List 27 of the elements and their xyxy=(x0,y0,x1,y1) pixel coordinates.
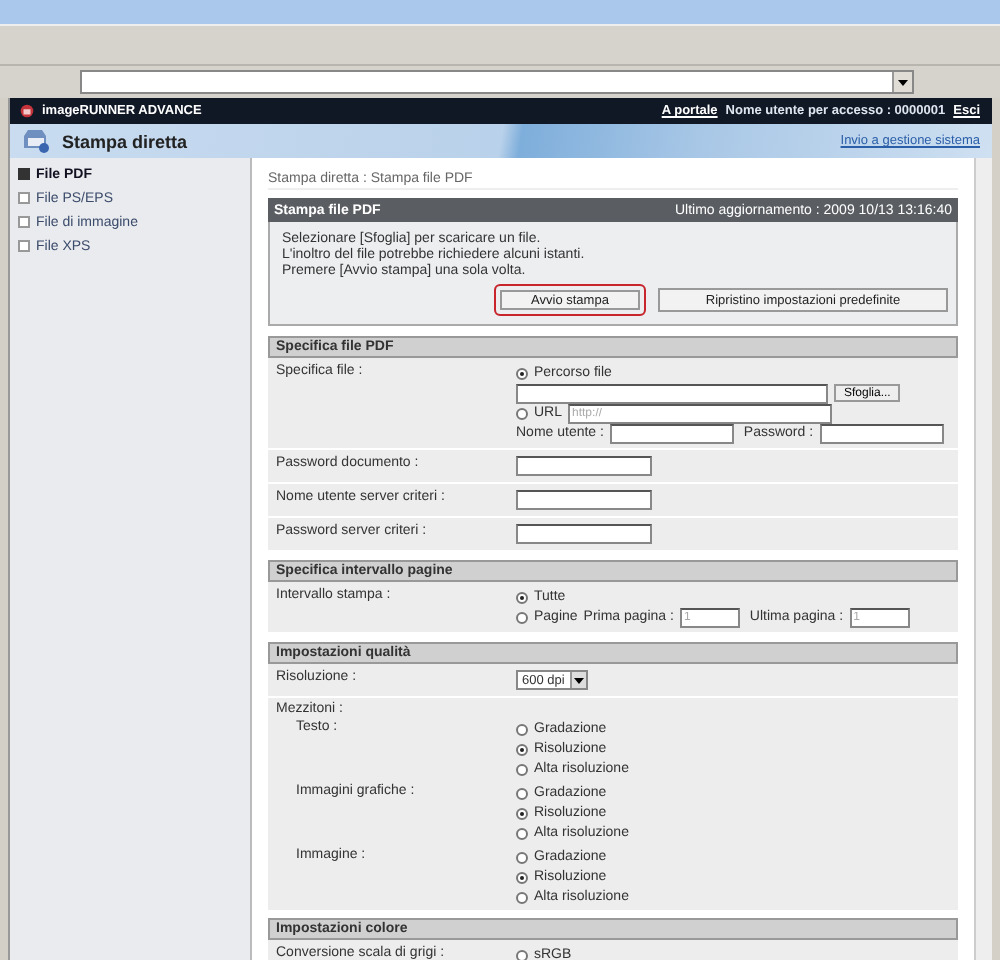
input-field[interactable] xyxy=(516,524,652,544)
scrollbar[interactable] xyxy=(974,158,992,960)
file-path-field[interactable] xyxy=(516,383,828,403)
radio-button[interactable] xyxy=(516,591,528,603)
radio-button[interactable] xyxy=(516,763,528,775)
input-field[interactable] xyxy=(516,456,652,476)
radio-button[interactable] xyxy=(516,891,528,903)
radio-button[interactable] xyxy=(516,787,528,799)
radio-button[interactable] xyxy=(516,871,528,883)
radio-button[interactable] xyxy=(516,407,528,419)
dropdown-arrow-icon xyxy=(898,79,908,85)
input-field[interactable] xyxy=(516,490,652,510)
password-field[interactable] xyxy=(819,423,944,443)
radio-button[interactable] xyxy=(516,851,528,863)
username-field[interactable] xyxy=(609,423,734,443)
address-bar[interactable] xyxy=(80,70,914,94)
radio-button[interactable] xyxy=(516,723,528,735)
radio-button[interactable] xyxy=(516,611,528,623)
radio-button[interactable] xyxy=(516,949,528,960)
radio-button[interactable] xyxy=(516,743,528,755)
radio-button[interactable] xyxy=(516,367,528,379)
page-title: Stampa diretta xyxy=(62,131,188,151)
radio-button[interactable] xyxy=(516,827,528,839)
printer-icon xyxy=(22,128,50,154)
printer-logo-icon xyxy=(20,104,34,118)
radio-button[interactable] xyxy=(516,807,528,819)
dropdown-arrow-icon xyxy=(574,677,584,683)
